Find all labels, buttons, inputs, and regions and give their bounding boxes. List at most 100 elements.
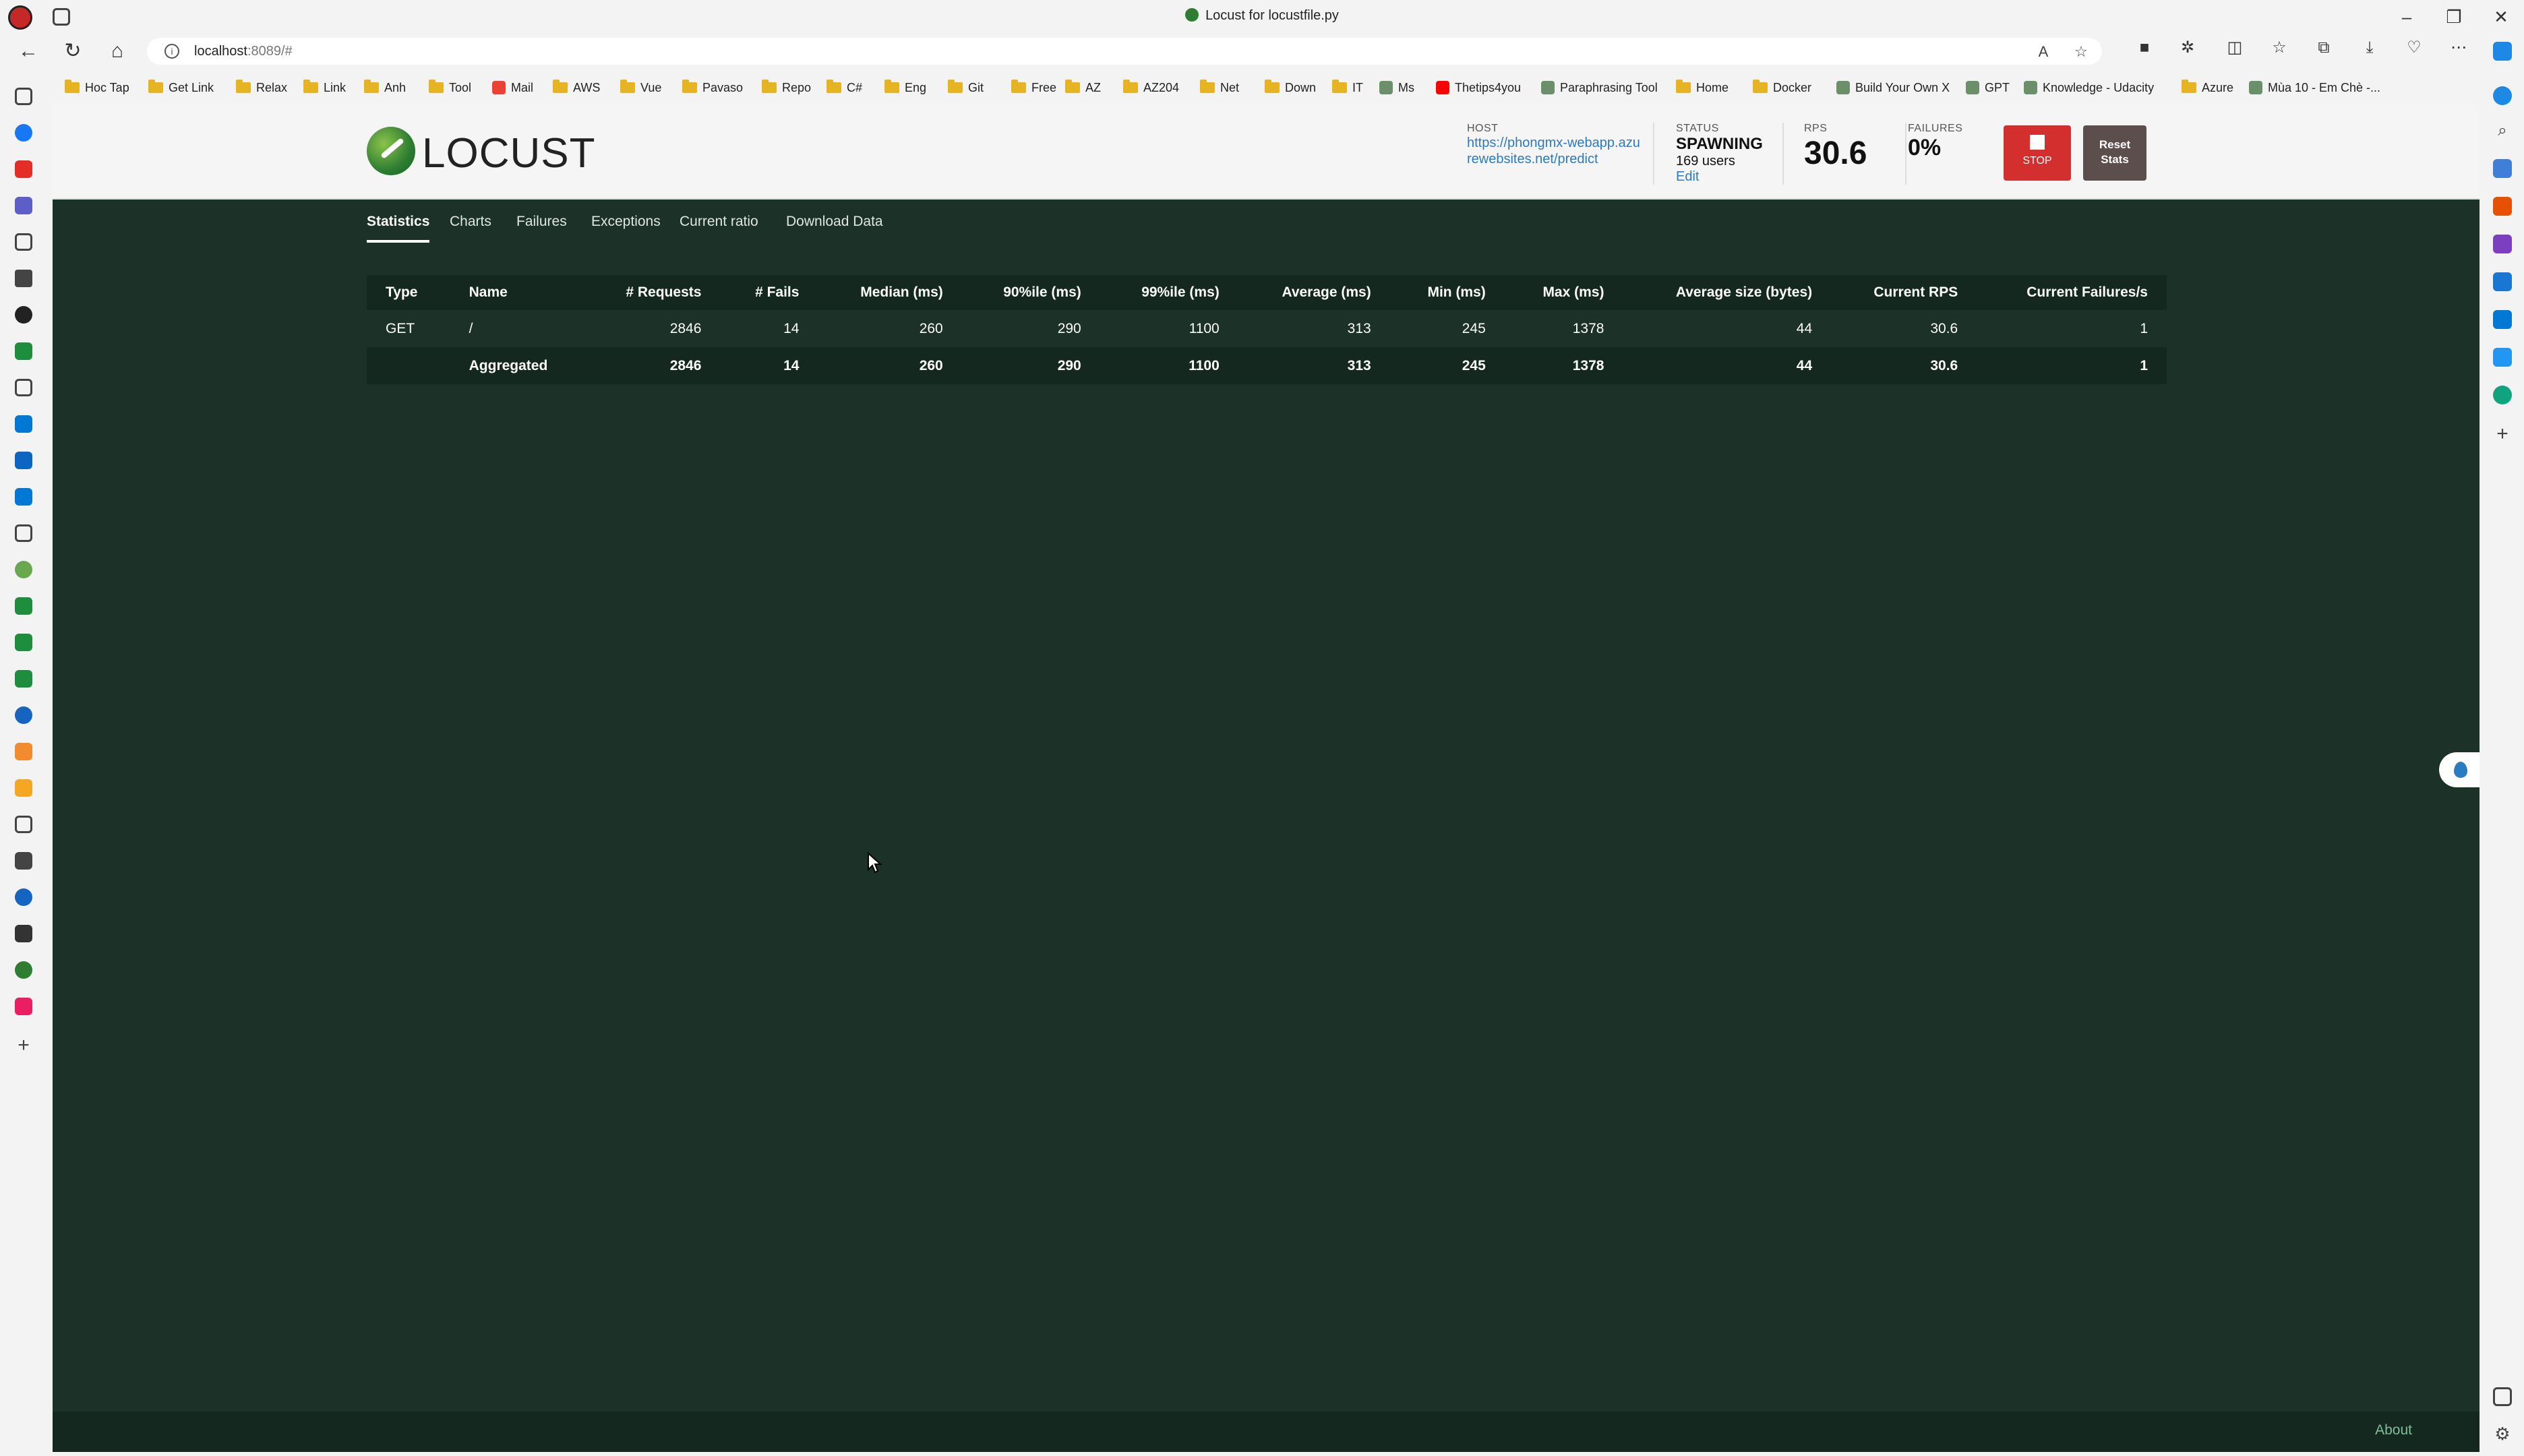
tab-actions-icon[interactable] [15, 88, 32, 105]
bookmark-item[interactable]: Repo [762, 78, 811, 97]
notifications-icon[interactable] [2493, 86, 2512, 105]
bookmark-item[interactable]: Eng [884, 78, 926, 97]
outlook-icon[interactable] [2493, 310, 2512, 329]
floating-drop-button[interactable] [2439, 752, 2480, 787]
sheets-icon[interactable] [15, 634, 32, 651]
bookmark-item[interactable]: Hoc Tap [65, 78, 129, 97]
downloads-icon[interactable]: ⤓ [2360, 38, 2380, 58]
bookmark-item[interactable]: Build Your Own X [1836, 78, 1950, 97]
sheets-icon[interactable] [15, 342, 32, 360]
bookmark-item[interactable]: Relax [236, 78, 287, 97]
bookmark-item[interactable]: Link [303, 78, 346, 97]
tab-exceptions[interactable]: Exceptions [591, 205, 661, 243]
col-median[interactable]: Median (ms) [818, 275, 961, 310]
azure-icon[interactable] [15, 488, 32, 506]
locust-tab-icon[interactable] [15, 961, 32, 979]
shopping-icon[interactable] [2493, 197, 2512, 216]
games-icon[interactable] [2493, 235, 2512, 253]
col-min[interactable]: Min (ms) [1390, 275, 1505, 310]
m365-icon[interactable] [2493, 272, 2512, 291]
bookmark-item[interactable]: Azure [2182, 78, 2233, 97]
site-info-icon[interactable]: i [164, 44, 179, 59]
app-icon[interactable] [15, 852, 32, 870]
col-average[interactable]: Average (ms) [1238, 275, 1390, 310]
bookmark-item[interactable]: Knowledge - Udacity [2024, 78, 2154, 97]
app-icon[interactable] [15, 197, 32, 214]
audio-icon[interactable] [15, 270, 32, 287]
bookmark-item[interactable]: Net [1200, 78, 1239, 97]
bookmark-item[interactable]: Ms [1379, 78, 1414, 97]
search-icon[interactable] [15, 888, 32, 906]
app-icon[interactable] [15, 779, 32, 797]
performance-icon[interactable]: ♡ [2404, 38, 2424, 58]
bookmark-item[interactable]: C# [827, 78, 862, 97]
refresh-icon[interactable]: ↻ [59, 39, 86, 63]
github-icon[interactable] [15, 306, 32, 324]
bookmark-item[interactable]: Get Link [148, 78, 214, 97]
favorites-icon[interactable]: ☆ [2269, 38, 2289, 58]
more-menu-icon[interactable]: ⋯ [2448, 38, 2469, 58]
bookmark-item[interactable]: Vue [620, 78, 661, 97]
add-app-icon[interactable]: + [2493, 424, 2512, 444]
favorite-star-icon[interactable]: ☆ [2072, 43, 2090, 61]
tab-current-ratio[interactable]: Current ratio [680, 205, 758, 243]
url-input[interactable]: i localhost:8089/# A ☆ [147, 38, 2102, 65]
host-url-link[interactable]: https://phongmx-webapp.azurewebsites.net… [1467, 135, 1642, 167]
app-icon[interactable] [15, 925, 32, 942]
sheets-icon[interactable] [15, 670, 32, 688]
close-icon[interactable]: ✕ [2481, 4, 2521, 30]
outlook-icon[interactable] [15, 415, 32, 433]
outlook-icon[interactable] [15, 452, 32, 469]
tab-download-data[interactable]: Download Data [786, 205, 883, 243]
read-aloud-icon[interactable]: A [2035, 43, 2052, 61]
col-99ile[interactable]: 99%ile (ms) [1100, 275, 1238, 310]
app-icon[interactable] [15, 743, 32, 760]
bookmark-item[interactable]: AZ [1065, 78, 1101, 97]
bookmark-item[interactable]: Paraphrasing Tool [1541, 78, 1658, 97]
bookmark-item[interactable]: Pavaso [682, 78, 743, 97]
col-max[interactable]: Max (ms) [1505, 275, 1623, 310]
sidebar-toggle-icon[interactable] [2493, 1387, 2512, 1406]
bookmark-item[interactable]: Anh [364, 78, 406, 97]
bookmark-item[interactable]: Thetips4you [1436, 78, 1521, 97]
col-90ile[interactable]: 90%ile (ms) [962, 275, 1100, 310]
col-type[interactable]: Type [367, 275, 450, 310]
app-icon[interactable] [2493, 348, 2512, 367]
minimize-icon[interactable]: – [2386, 4, 2427, 30]
app-icon[interactable] [15, 998, 32, 1015]
tab-charts[interactable]: Charts [450, 205, 491, 243]
search-icon[interactable]: ⌕ [2493, 121, 2512, 140]
bookmark-item[interactable]: Git [948, 78, 984, 97]
col-current-rps[interactable]: Current RPS [1831, 275, 1977, 310]
page-icon[interactable] [15, 816, 32, 833]
col-requests[interactable]: # Requests [585, 275, 721, 310]
chatgpt-icon[interactable] [2493, 386, 2512, 404]
reset-stats-button[interactable]: Reset Stats [2083, 125, 2146, 181]
extension-icon[interactable]: ■ [2134, 38, 2155, 58]
col-fails[interactable]: # Fails [720, 275, 818, 310]
edit-users-link[interactable]: Edit [1676, 169, 1763, 185]
app-icon[interactable] [15, 561, 32, 578]
page-icon[interactable] [15, 233, 32, 251]
bookmark-item[interactable]: AZ204 [1123, 78, 1179, 97]
bookmark-item[interactable]: Mùa 10 - Em Chè -... [2249, 78, 2380, 97]
settings-gear-icon[interactable]: ⚙ [2493, 1424, 2512, 1444]
col-name[interactable]: Name [450, 275, 585, 310]
bookmark-item[interactable]: Free [1011, 78, 1056, 97]
stop-button[interactable]: STOP [2004, 125, 2071, 181]
tab-failures[interactable]: Failures [516, 205, 567, 243]
bookmark-item[interactable]: Mail [492, 78, 533, 97]
split-screen-icon[interactable]: ◫ [2225, 38, 2245, 58]
bookmark-item[interactable]: GPT [1966, 78, 2010, 97]
tag-icon[interactable] [2493, 159, 2512, 178]
col-current-failures[interactable]: Current Failures/s [1977, 275, 2167, 310]
bookmark-item[interactable]: Home [1676, 78, 1729, 97]
search-icon[interactable] [15, 706, 32, 724]
bookmark-item[interactable]: Down [1265, 78, 1316, 97]
sheets-icon[interactable] [15, 597, 32, 615]
extensions-puzzle-icon[interactable]: ✲ [2177, 38, 2198, 58]
collections-icon[interactable]: ⧉ [2314, 38, 2334, 58]
bookmark-item[interactable]: AWS [553, 78, 600, 97]
col-avg-size[interactable]: Average size (bytes) [1623, 275, 1831, 310]
facebook-icon[interactable] [15, 124, 32, 142]
